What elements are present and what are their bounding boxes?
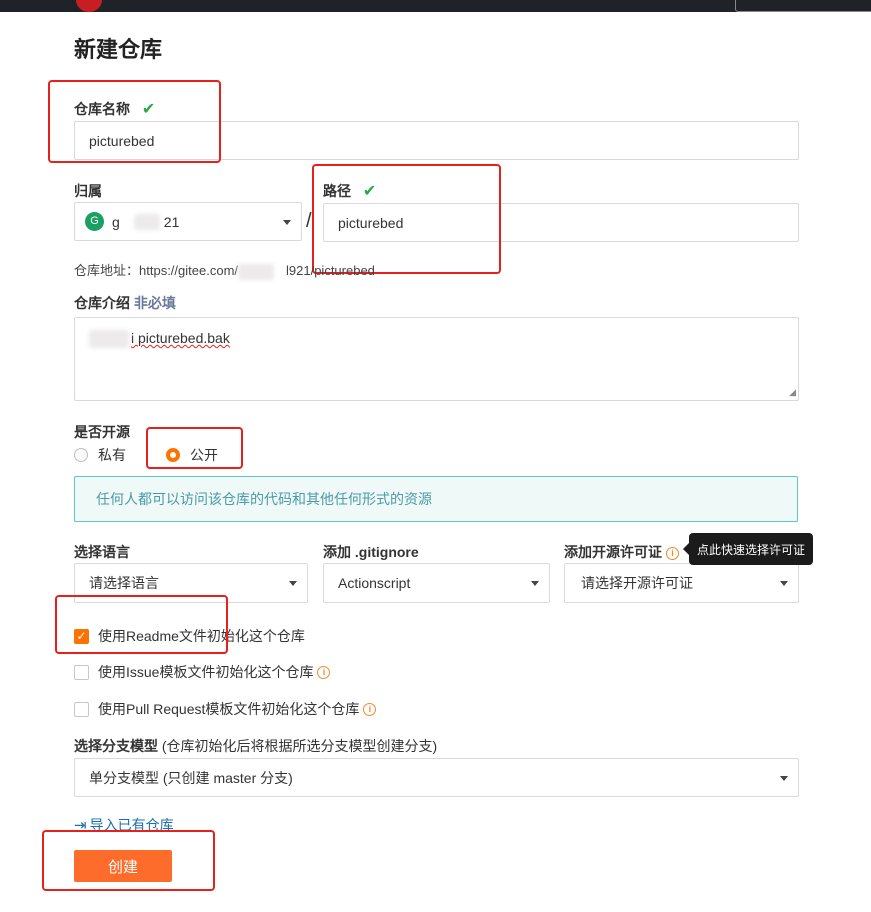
optional-tag: 非必填 — [133, 295, 176, 311]
branch-model-label-text: 选择分支模型 — [74, 738, 158, 754]
description-value: i picturebed.bak — [131, 330, 230, 346]
owner-value-prefix: g — [112, 213, 120, 230]
branch-model-label: 选择分支模型 (仓库初始化后将根据所选分支模型创建分支) — [74, 736, 437, 756]
checkbox-issue-label: 使用Issue模板文件初始化这个仓库 — [98, 664, 314, 680]
gitignore-select[interactable]: Actionscript — [323, 563, 550, 603]
chevron-down-icon — [289, 581, 297, 586]
top-search-input[interactable] — [735, 0, 871, 12]
gitignore-label: 添加 .gitignore — [323, 544, 419, 560]
visibility-label: 是否开源 — [74, 424, 130, 440]
license-value: 请选择开源许可证 — [581, 575, 693, 591]
redacted-area — [89, 330, 129, 348]
annotation-box-repo-name — [48, 80, 221, 163]
chevron-down-icon — [283, 219, 291, 225]
license-label: 添加开源许可证 i — [564, 542, 679, 562]
gitignore-value: Actionscript — [338, 575, 411, 591]
repo-address-url-suffix: l921/picturebed — [286, 263, 375, 278]
resize-handle-icon[interactable]: ◢ — [789, 387, 796, 398]
description-textarea[interactable]: i picturebed.bak ◢ — [74, 317, 799, 401]
description-label: 仓库介绍 非必填 — [74, 293, 176, 313]
branch-model-hint: (仓库初始化后将根据所选分支模型创建分支) — [161, 738, 438, 754]
info-icon[interactable]: i — [363, 702, 377, 716]
redacted-area — [238, 263, 275, 280]
owner-avatar: G — [85, 212, 104, 231]
annotation-box-create — [42, 830, 215, 891]
radio-button[interactable] — [74, 448, 88, 462]
repo-address: 仓库地址：https://gitee.com/l921/picturebed — [74, 260, 375, 280]
visibility-notice: 任何人都可以访问该仓库的代码和其他任何形式的资源 — [74, 476, 798, 522]
chevron-down-icon — [531, 581, 539, 586]
radio-private-label: 私有 — [98, 447, 126, 463]
license-tooltip: 点此快速选择许可证 — [683, 533, 813, 565]
license-tooltip-text: 点此快速选择许可证 — [696, 542, 805, 557]
info-icon[interactable]: i — [317, 665, 331, 679]
branch-model-select[interactable]: 单分支模型 (只创建 master 分支) — [74, 758, 799, 797]
owner-label: 归属 — [74, 183, 102, 199]
checkbox-pr-label: 使用Pull Request模板文件初始化这个仓库 — [98, 701, 360, 717]
owner-select[interactable]: G g 21 — [74, 202, 302, 241]
checkbox-pr-template[interactable]: 使用Pull Request模板文件初始化这个仓库 i — [74, 699, 377, 719]
chevron-down-icon — [780, 581, 788, 586]
annotation-box-path — [312, 164, 501, 274]
license-select[interactable]: 请选择开源许可证 — [564, 563, 799, 603]
repo-address-url-prefix: https://gitee.com/ — [139, 263, 239, 278]
page-title: 新建仓库 — [74, 37, 163, 62]
description-label-text: 仓库介绍 — [74, 295, 130, 311]
redacted-area — [133, 213, 160, 230]
repo-address-label: 仓库地址： — [74, 263, 140, 278]
annotation-box-readme — [55, 595, 228, 654]
checkbox-icon[interactable] — [74, 664, 89, 680]
language-value: 请选择语言 — [89, 575, 159, 591]
language-label: 选择语言 — [74, 544, 130, 560]
path-separator: / — [306, 210, 312, 232]
owner-value-suffix: 21 — [163, 213, 180, 230]
checkbox-issue-template[interactable]: 使用Issue模板文件初始化这个仓库 i — [74, 662, 331, 682]
license-label-text: 添加开源许可证 — [564, 544, 662, 560]
info-icon[interactable]: i — [666, 546, 679, 560]
radio-private[interactable]: 私有 — [74, 445, 126, 465]
branch-model-value: 单分支模型 (只创建 master 分支) — [89, 769, 293, 786]
chevron-down-icon — [780, 775, 788, 781]
annotation-box-public — [146, 427, 243, 469]
visibility-notice-text: 任何人都可以访问该仓库的代码和其他任何形式的资源 — [96, 491, 432, 507]
checkbox-icon[interactable] — [74, 701, 89, 717]
